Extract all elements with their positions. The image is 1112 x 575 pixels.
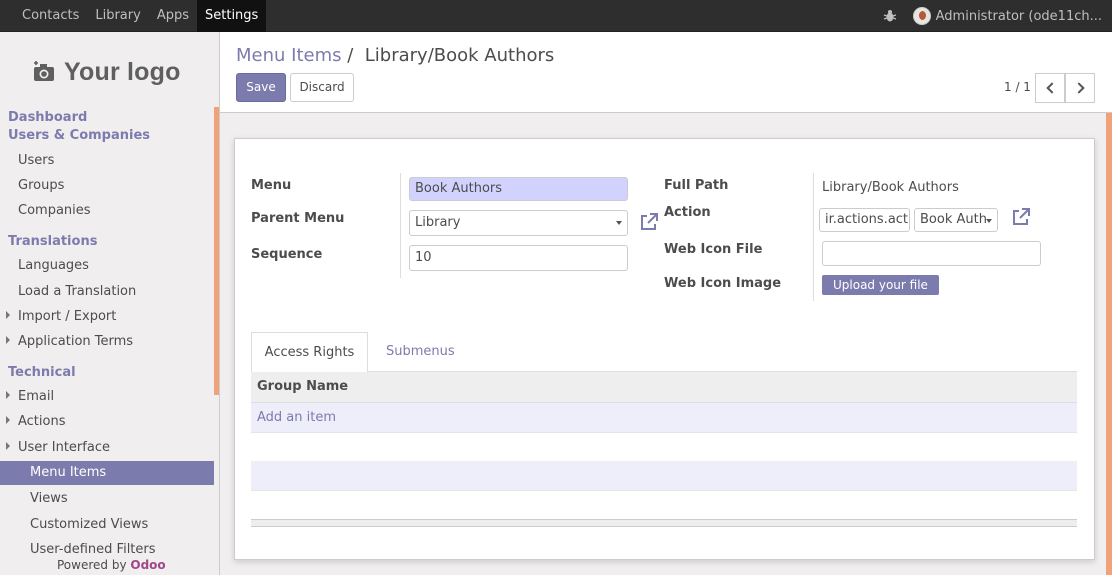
sidebar-item-companies[interactable]: Companies <box>18 203 91 218</box>
table-row <box>251 461 1077 491</box>
full-path-value: Library/Book Authors <box>822 180 959 195</box>
table-row <box>251 432 1077 462</box>
powered-by-text: Powered by <box>57 558 127 572</box>
breadcrumb-separator: / <box>347 45 354 66</box>
sequence-label: Sequence <box>251 247 323 262</box>
top-navbar: Contacts Library Apps Settings Administr… <box>0 0 1112 32</box>
sidebar-item-actions[interactable]: Actions <box>6 414 66 429</box>
powered-by: Powered by Odoo <box>57 558 166 572</box>
table-row: Add an item <box>251 403 1077 433</box>
user-avatar[interactable] <box>912 7 931 25</box>
caret-right-icon <box>6 391 10 399</box>
sidebar-item-user-defined-filters[interactable]: User-defined Filters <box>30 542 156 557</box>
caret-down-icon <box>986 219 992 223</box>
sidebar-item-languages[interactable]: Languages <box>18 258 89 273</box>
breadcrumb: Menu Items / Library/Book Authors <box>236 45 554 66</box>
action-label: Action <box>664 205 711 220</box>
main-scrollbar[interactable] <box>1106 113 1112 575</box>
sidebar-item-email[interactable]: Email <box>6 389 55 404</box>
menu-contacts[interactable]: Contacts <box>14 0 87 32</box>
company-logo: Your logo <box>32 54 181 90</box>
discard-button[interactable]: Discard <box>290 73 354 102</box>
column-divider <box>813 173 814 301</box>
pager-previous-button[interactable] <box>1035 73 1065 103</box>
sidebar-item-application-terms[interactable]: Application Terms <box>6 334 134 349</box>
group-name-column-header[interactable]: Group Name <box>251 372 1077 403</box>
sequence-input[interactable]: 10 <box>409 245 628 271</box>
sidebar-item-user-interface[interactable]: User Interface <box>6 440 110 455</box>
sidebar-item-customized-views[interactable]: Customized Views <box>30 517 148 532</box>
tab-access-rights[interactable]: Access Rights <box>251 332 368 372</box>
action-record-value: Book Auth <box>920 212 987 227</box>
sidebar-item-users[interactable]: Users <box>18 153 54 168</box>
web-icon-file-label: Web Icon File <box>664 242 763 257</box>
parent-menu-value: Library <box>415 215 461 230</box>
action-record-select[interactable]: Book Auth <box>914 208 998 232</box>
sidebar-item-label: Import / Export <box>18 309 117 324</box>
camera-icon <box>34 61 54 81</box>
bug-icon[interactable] <box>883 9 897 23</box>
sidebar-item-load-translation[interactable]: Load a Translation <box>18 284 136 299</box>
menu-library[interactable]: Library <box>87 0 148 32</box>
control-panel: Menu Items / Library/Book Authors Save D… <box>220 32 1112 113</box>
sidebar-item-label: Actions <box>18 414 66 429</box>
chevron-left-icon <box>1046 82 1058 94</box>
table-footer <box>251 519 1077 527</box>
parent-menu-label: Parent Menu <box>251 211 345 226</box>
column-divider <box>400 173 401 278</box>
sidebar: Your logo Dashboard Users & Companies Us… <box>0 32 220 575</box>
sidebar-item-import-export[interactable]: Import / Export <box>6 309 117 324</box>
full-path-label: Full Path <box>664 178 729 193</box>
action-model-select[interactable]: ir.actions.act <box>819 208 910 232</box>
notebook-tabs: Access Rights Submenus <box>251 332 1077 372</box>
sidebar-section-dashboard[interactable]: Dashboard <box>8 110 87 125</box>
sidebar-item-label: Email <box>18 389 55 404</box>
web-icon-file-input[interactable] <box>822 241 1041 266</box>
form-sheet: Menu Parent Menu Sequence Book Authors L… <box>234 138 1095 560</box>
caret-right-icon <box>6 311 10 319</box>
save-button[interactable]: Save <box>236 73 286 102</box>
odoo-link[interactable]: Odoo <box>130 558 165 572</box>
caret-right-icon <box>6 416 10 424</box>
app-menu: Contacts Library Apps Settings <box>14 0 267 32</box>
caret-down-icon <box>6 442 10 450</box>
sidebar-section-users-companies[interactable]: Users & Companies <box>8 128 150 143</box>
sidebar-item-views[interactable]: Views <box>30 491 68 506</box>
pager-next-button[interactable] <box>1065 73 1095 103</box>
external-link-icon[interactable] <box>1011 207 1031 227</box>
web-icon-image-label: Web Icon Image <box>664 276 782 291</box>
sidebar-item-label: User Interface <box>18 440 110 455</box>
menu-apps[interactable]: Apps <box>149 0 197 32</box>
user-name[interactable]: Administrator (ode11ch... <box>936 9 1102 24</box>
user-area: Administrator (ode11ch... <box>883 0 1102 32</box>
caret-right-icon <box>6 336 10 344</box>
breadcrumb-current: Library/Book Authors <box>364 45 555 66</box>
upload-file-button[interactable]: Upload your file <box>822 275 939 295</box>
menu-name-input[interactable]: Book Authors <box>409 177 628 201</box>
sidebar-section-translations[interactable]: Translations <box>8 234 97 249</box>
add-item-link[interactable]: Add an item <box>257 410 336 425</box>
parent-menu-select[interactable]: Library <box>409 210 628 236</box>
chevron-right-icon <box>1073 82 1085 94</box>
external-link-icon[interactable] <box>639 212 659 232</box>
pager-value[interactable]: 1 / 1 <box>1004 80 1031 94</box>
sidebar-scrollbar[interactable] <box>214 107 219 395</box>
sidebar-item-label: Application Terms <box>18 334 134 349</box>
sidebar-section-technical[interactable]: Technical <box>8 365 76 380</box>
tab-submenus[interactable]: Submenus <box>386 332 455 372</box>
breadcrumb-parent[interactable]: Menu Items <box>236 45 342 66</box>
caret-down-icon <box>616 221 622 225</box>
menu-label: Menu <box>251 178 292 193</box>
sidebar-item-groups[interactable]: Groups <box>18 178 64 193</box>
menu-settings[interactable]: Settings <box>197 0 267 32</box>
logo-text: Your logo <box>64 57 181 86</box>
sidebar-item-menu-items[interactable]: Menu Items <box>0 461 214 485</box>
table-row <box>251 490 1077 520</box>
